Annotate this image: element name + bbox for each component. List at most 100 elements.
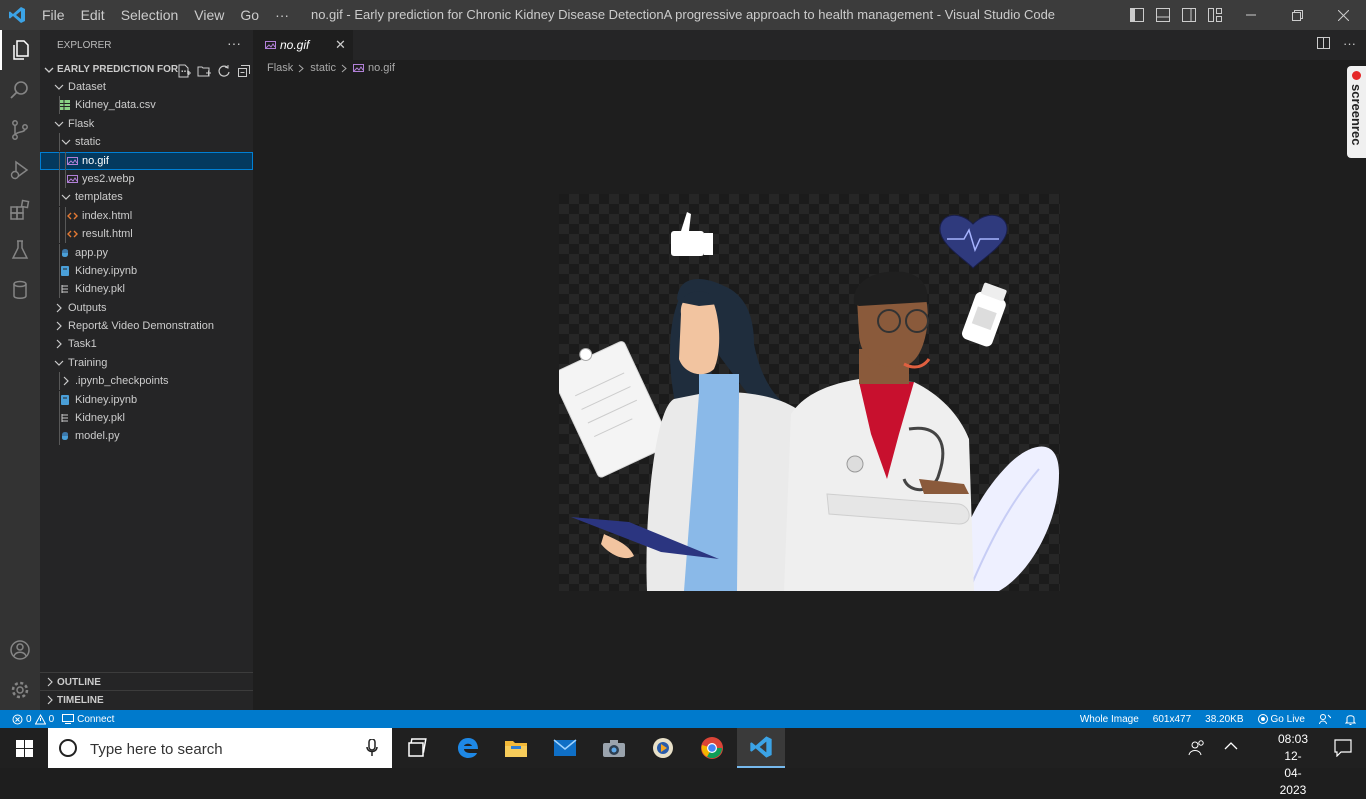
microphone-icon[interactable]: [366, 739, 378, 757]
tree-label: Kidney.ipynb: [75, 264, 138, 277]
testing-icon[interactable]: [0, 230, 40, 270]
indent-guide: [59, 225, 60, 244]
tree-file-training-kidney-pkl[interactable]: Kidney.pkl: [40, 409, 253, 428]
tree-file-training-kidney-ipynb[interactable]: Kidney.ipynb: [40, 390, 253, 409]
tree-folder-flask[interactable]: Flask: [40, 115, 253, 133]
search-icon[interactable]: [0, 70, 40, 110]
edge-browser-icon[interactable]: [444, 728, 492, 768]
notifications-bell-icon[interactable]: [1345, 713, 1356, 725]
menu-file[interactable]: File: [34, 0, 73, 30]
chevron-down-icon: [44, 65, 54, 75]
people-icon[interactable]: [1188, 739, 1206, 757]
tree-file-index-html[interactable]: index.html: [40, 206, 253, 225]
image-preview[interactable]: [559, 194, 1060, 591]
remote-connect-icon: [62, 714, 75, 724]
outline-label: OUTLINE: [57, 677, 101, 688]
menu-more[interactable]: ···: [267, 0, 297, 30]
toggle-secondary-sidebar-icon[interactable]: [1176, 0, 1202, 30]
chevron-right-icon: [45, 677, 55, 687]
chevron-right-icon: [61, 376, 71, 386]
image-file-icon: [352, 63, 364, 73]
notebook-file-icon: [60, 394, 70, 405]
close-tab-icon[interactable]: ✕: [335, 37, 346, 53]
toggle-sidebar-icon[interactable]: [1124, 0, 1150, 30]
window-controls: [1124, 0, 1366, 30]
tree-folder-templates[interactable]: templates: [40, 188, 253, 207]
tree-file-kidney-data-csv[interactable]: Kidney_data.csv: [40, 96, 253, 115]
vscode-taskbar-icon[interactable]: [737, 728, 785, 768]
timeline-section[interactable]: TIMELINE: [40, 690, 253, 709]
problems-indicator[interactable]: 0 0: [12, 713, 54, 725]
explorer-header: EXPLORER ···: [40, 30, 253, 60]
menu-edit[interactable]: Edit: [73, 0, 113, 30]
generic-file-icon: [60, 413, 70, 423]
tree-label: model.py: [75, 430, 120, 443]
breadcrumb-item[interactable]: no.gif: [368, 62, 395, 74]
accounts-icon[interactable]: [0, 630, 40, 670]
notifications-icon[interactable]: [1334, 739, 1352, 757]
menu-selection[interactable]: Selection: [113, 0, 187, 30]
screenrec-widget[interactable]: screenrec: [1347, 66, 1366, 158]
tree-file-no-gif[interactable]: no.gif: [40, 151, 253, 170]
customize-layout-icon[interactable]: [1202, 0, 1228, 30]
connect-button[interactable]: Connect: [62, 714, 114, 725]
editor-more-icon[interactable]: ···: [1343, 36, 1356, 51]
indent-guide: [59, 372, 60, 391]
tree-folder-outputs[interactable]: Outputs: [40, 299, 253, 317]
tree-file-result-html[interactable]: result.html: [40, 225, 253, 244]
tree-file-kidney-pkl[interactable]: Kidney.pkl: [40, 280, 253, 299]
tree-folder-training[interactable]: Training: [40, 354, 253, 372]
pill-bottle-icon: [962, 282, 1007, 347]
image-file-icon: [265, 40, 276, 50]
split-editor-icon[interactable]: [1317, 36, 1331, 51]
tree-folder-ipynb-checkpoints[interactable]: .ipynb_checkpoints: [40, 372, 253, 391]
status-bar: 0 0 Connect Whole Image 601x477 38.20KB …: [0, 710, 1366, 728]
chrome-browser-icon[interactable]: [688, 728, 736, 768]
image-size: 38.20KB: [1205, 713, 1244, 725]
taskbar-search-box[interactable]: [48, 728, 392, 768]
source-control-icon[interactable]: [0, 110, 40, 150]
tree-label: Task1: [68, 338, 97, 351]
screenrec-label: screenrec: [1349, 84, 1364, 146]
start-button[interactable]: [0, 728, 48, 768]
tab-no-gif[interactable]: no.gif ✕: [253, 30, 353, 60]
tree-label: Dataset: [68, 81, 106, 93]
tree-file-yes2-webp[interactable]: yes2.webp: [40, 169, 253, 188]
breadcrumb-item[interactable]: Flask: [267, 62, 293, 74]
tree-label: templates: [75, 191, 123, 204]
tree-file-app-py[interactable]: app.py: [40, 243, 253, 262]
explorer-more-button[interactable]: ···: [227, 35, 241, 51]
task-view-icon[interactable]: [394, 728, 442, 768]
camera-icon[interactable]: [590, 728, 638, 768]
close-window-button[interactable]: [1320, 0, 1366, 30]
manage-gear-icon[interactable]: [0, 670, 40, 710]
tree-label: static: [75, 136, 101, 149]
tree-file-kidney-ipynb[interactable]: Kidney.ipynb: [40, 261, 253, 280]
clock[interactable]: 08:03 12-04-2023: [1278, 731, 1308, 799]
tree-folder-report-video[interactable]: Report& Video Demonstration: [40, 317, 253, 335]
error-icon: [12, 714, 23, 724]
minimize-button[interactable]: [1228, 0, 1274, 30]
menu-view[interactable]: View: [186, 0, 232, 30]
tree-folder-static[interactable]: static: [40, 133, 253, 152]
taskbar-search-input[interactable]: [88, 736, 352, 762]
extensions-icon[interactable]: [0, 190, 40, 230]
breadcrumb-item[interactable]: static: [310, 62, 336, 74]
explorer-icon[interactable]: [0, 30, 40, 70]
chevron-up-icon[interactable]: [1224, 741, 1238, 751]
database-icon[interactable]: [0, 270, 40, 310]
toggle-panel-icon[interactable]: [1150, 0, 1176, 30]
go-live-button[interactable]: Go Live: [1257, 714, 1305, 725]
zoom-status[interactable]: Whole Image: [1080, 714, 1139, 725]
restore-button[interactable]: [1274, 0, 1320, 30]
outline-section[interactable]: OUTLINE: [40, 672, 253, 691]
tree-folder-dataset[interactable]: Dataset: [40, 78, 253, 96]
mail-icon[interactable]: [541, 728, 589, 768]
tree-file-model-py[interactable]: model.py: [40, 427, 253, 446]
media-player-icon[interactable]: [639, 728, 687, 768]
tree-folder-task1[interactable]: Task1: [40, 335, 253, 353]
feedback-icon[interactable]: [1319, 713, 1331, 725]
menu-go[interactable]: Go: [232, 0, 267, 30]
run-debug-icon[interactable]: [0, 150, 40, 190]
file-explorer-icon[interactable]: [492, 728, 540, 768]
